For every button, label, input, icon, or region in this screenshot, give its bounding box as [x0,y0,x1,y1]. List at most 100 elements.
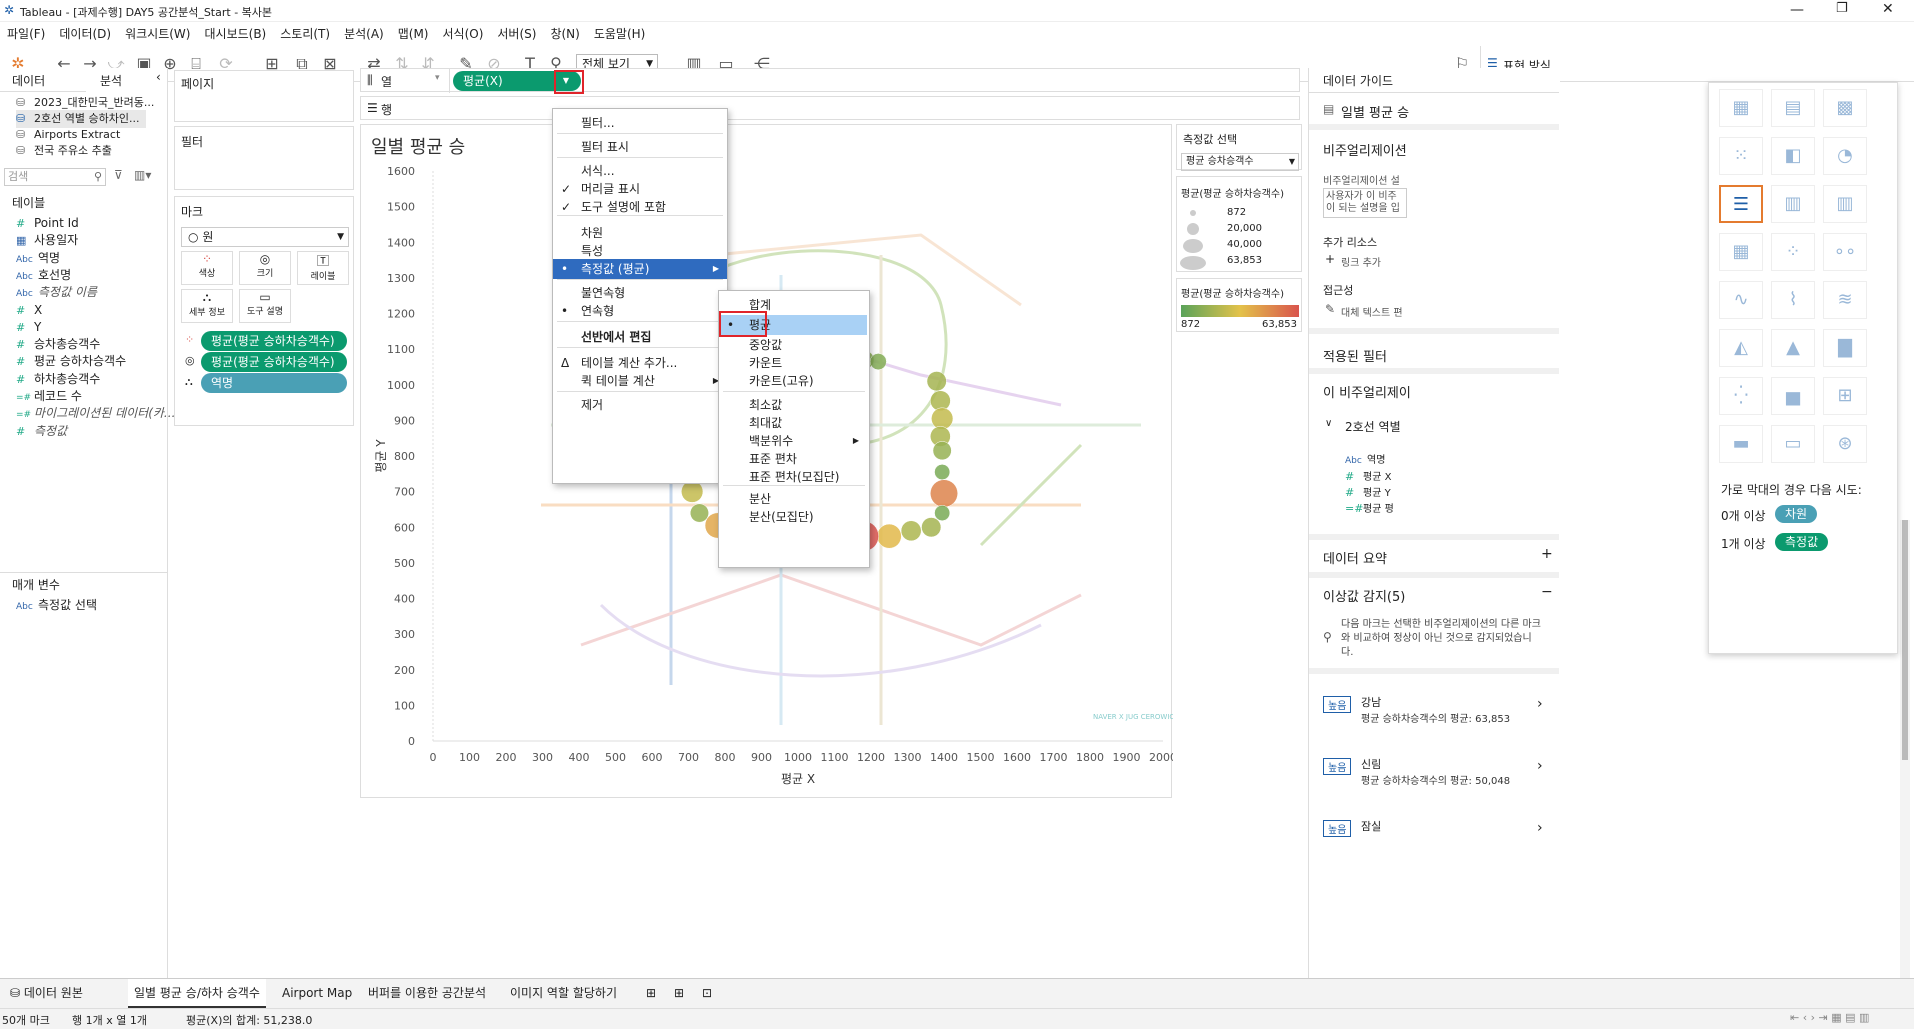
collapse-icon[interactable]: ‹ [156,70,161,84]
highlight-table-icon[interactable]: ▩ [1823,89,1867,127]
menu-item[interactable]: 퀵 테이블 계산 ▶ [553,371,727,391]
field-item[interactable]: =# 마이그레이션된 데이터(카... [16,404,175,422]
data-guide-scrollbar[interactable] [1900,520,1910,980]
line-discrete-icon[interactable]: ⌇ [1771,281,1815,319]
menu-data[interactable]: 데이터(D) [52,22,118,45]
rows-shelf[interactable]: ☰ 행 [360,96,1300,120]
size-button[interactable]: ◎ 크기 [239,251,291,285]
menu-item[interactable]: 서식... [553,161,727,181]
new-sheet-icon[interactable]: ⊞ [640,979,662,1008]
color-button[interactable]: ⁘ 색상 [181,251,233,285]
gantt-chart-icon[interactable]: ▬ [1719,425,1763,463]
menu-item[interactable]: 필터 표시 [553,137,727,157]
menu-item[interactable]: 특성 [553,241,727,261]
menu-format[interactable]: 서식(O) [436,22,491,45]
menu-item[interactable]: 필터... [553,113,727,133]
analysis-tab[interactable]: 분석 [100,72,122,89]
tab-image-role[interactable]: 이미지 역할 할당하기 [504,979,623,1008]
tab-datasource[interactable]: ⛁ 데이터 원본 [4,979,89,1008]
submenu-item[interactable]: 표준 편차(모집단) [719,467,869,487]
scatter-plot-icon[interactable]: ⁛ [1719,377,1763,415]
field-item[interactable]: # Y [16,318,41,336]
outlier-item[interactable]: 높음 잠실 › [1309,816,1559,870]
columns-shelf[interactable]: ⫼ 열 ▾ 평균(X) ▼ [360,68,1300,93]
param-field[interactable]: Abc 측정값 선택 [16,596,97,614]
tab-airport-map[interactable]: Airport Map [276,979,358,1008]
param-select[interactable]: 평균 승차승객수 ▼ [1181,153,1299,171]
viz-desc-input[interactable]: 사용자가 이 비주 이 되는 설명을 입 [1323,188,1407,218]
detail-button[interactable]: ⛬ 세부 정보 [181,289,233,323]
size-pill[interactable]: 평균(평균 승하차승객수) [201,352,347,372]
submenu-item[interactable]: 카운트 [719,353,869,373]
menu-server[interactable]: 서버(S) [490,22,543,45]
field-item[interactable]: Abc 측정값 이름 [16,283,97,301]
submenu-item[interactable]: 분산 [719,489,869,509]
search-input[interactable]: 검색 ⚲ [4,168,106,186]
heat-map-icon[interactable]: ▤ [1771,89,1815,127]
field-item[interactable]: # 승차총승객수 [16,335,100,353]
field-item[interactable]: # 하차총승객수 [16,370,100,388]
filled-map-icon[interactable]: ◧ [1771,137,1815,175]
filter-icon[interactable]: ⊽ [114,168,123,182]
circle-views-icon[interactable]: ⁘ [1771,233,1815,271]
submenu-item[interactable]: 중앙값 [719,335,869,355]
area-discrete-icon[interactable]: ▲ [1771,329,1815,367]
color-pill[interactable]: 평균(평균 승하차승객수) [201,331,347,351]
side-by-side-circles-icon[interactable]: ∘∘ [1823,233,1867,271]
pages-shelf[interactable]: 페이지 [174,70,354,122]
menu-dashboard[interactable]: 대시보드(B) [197,22,273,45]
pie-chart-icon[interactable]: ◔ [1823,137,1867,175]
menu-file[interactable]: 파일(F) [0,22,52,45]
submenu-item[interactable]: 카운트(고유) [719,371,869,391]
histogram-icon[interactable]: ▅ [1771,377,1815,415]
filters-shelf[interactable]: 필터 [174,126,354,190]
horizontal-bar-icon[interactable]: ☰ [1719,185,1763,223]
side-by-side-bar-icon[interactable]: ▥ [1823,185,1867,223]
field-item[interactable]: =# 레코드 수 [16,387,82,405]
tooltip-button[interactable]: ▭ 도구 설명 [239,289,291,323]
menu-item[interactable]: 제거 [553,395,727,415]
submenu-item[interactable]: 표준 편차 [719,449,869,469]
field-item[interactable]: Abc 호선명 [16,266,71,284]
menu-item[interactable]: 차원 [553,223,727,243]
dual-line-icon[interactable]: ≋ [1823,281,1867,319]
tab-sheet-active[interactable]: 일별 평균 승/하차 승객수 [128,979,266,1008]
detail-pill[interactable]: 역명 [201,373,347,393]
menu-help[interactable]: 도움말(H) [587,22,653,45]
plus-icon[interactable]: + [1325,252,1335,266]
menu-map[interactable]: 맵(M) [391,22,436,45]
packed-bubbles-icon[interactable]: ⊛ [1823,425,1867,463]
alt-text-link[interactable]: 대체 텍스트 편 [1341,304,1403,319]
field-item[interactable]: # Point Id [16,214,79,232]
page-nav-icons[interactable]: ⇤ ‹ › ⇥ ▦ ▤ ▥ [1790,1011,1869,1024]
field-item[interactable]: ▦ 사용일자 [16,231,78,249]
submenu-item[interactable]: 분산(모집단) [719,507,869,527]
menu-item[interactable]: ✓ 머리글 표시 [553,179,727,199]
menu-item[interactable]: 선반에서 편집 [553,327,727,347]
field-item[interactable]: # X [16,301,42,319]
menu-item[interactable]: Δ 테이블 계산 추가... [553,353,727,373]
submenu-item[interactable]: 백분위수 ▶ [719,431,869,451]
menu-analysis[interactable]: 분석(A) [337,22,391,45]
menu-story[interactable]: 스토리(T) [273,22,337,45]
treemap-icon[interactable]: ▦ [1719,233,1763,271]
outlier-item[interactable]: 높음 신림 평균 승하차승객수의 평균: 50,048 › [1309,754,1559,808]
new-dashboard-icon[interactable]: ⊞ [668,979,690,1008]
line-continuous-icon[interactable]: ∿ [1719,281,1763,319]
menu-item[interactable]: • 연속형 [553,301,727,321]
mark-type-select[interactable]: ○ 원 ▼ [181,227,349,247]
menu-item[interactable]: 불연속형 [553,283,727,303]
outlier-item[interactable]: 높음 강남 평균 승하차승객수의 평균: 63,853 › [1309,692,1559,746]
close-button[interactable]: ✕ [1882,1,1894,17]
field-item[interactable]: Abc 역명 [16,249,60,267]
maximize-button[interactable]: ❐ [1836,1,1848,16]
text-table-icon[interactable]: ▦ [1719,89,1763,127]
area-continuous-icon[interactable]: ◭ [1719,329,1763,367]
expand-icon[interactable]: + [1541,546,1553,562]
menu-item[interactable]: • 측정값 (평균) ▶ [553,259,727,279]
dual-combination-icon[interactable]: ▇ [1823,329,1867,367]
collapse-icon[interactable]: − [1541,584,1553,600]
symbol-map-icon[interactable]: ⁙ [1719,137,1763,175]
pencil-icon[interactable]: ✎ [1325,302,1335,316]
field-item[interactable]: # 평균 승하차승객수 [16,352,126,370]
